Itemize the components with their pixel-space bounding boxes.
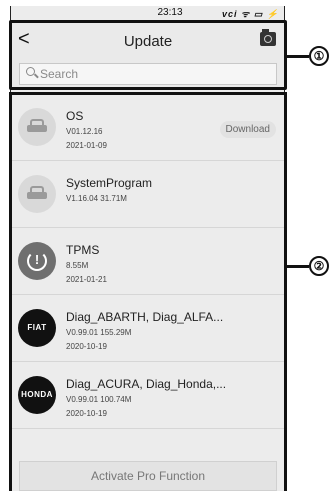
update-list-area: OS V01.12.16 2021-01-09 Download SystemP… (9, 92, 287, 491)
callout-badge-2: ② (309, 256, 329, 276)
item-version: V1.16.04 31.71M (66, 194, 127, 203)
activate-pro-button[interactable]: Activate Pro Function (19, 461, 277, 491)
callout-line-1 (287, 55, 309, 58)
car-icon (18, 175, 56, 213)
app-bar: < Update (12, 23, 284, 57)
car-icon (18, 108, 56, 146)
header-area: < Update (9, 20, 287, 90)
item-date: 2021-01-21 (66, 275, 107, 284)
search-input[interactable] (40, 66, 260, 82)
list-item-abarth[interactable]: FIAT Diag_ABARTH, Diag_ALFA... V0.99.01 … (12, 296, 284, 362)
item-date: 2021-01-09 (66, 141, 107, 150)
item-version: V0.99.01 100.74M (66, 395, 132, 404)
callout-badge-1: ① (309, 46, 329, 66)
item-version: 8.55M (66, 261, 89, 270)
list-item-os[interactable]: OS V01.12.16 2021-01-09 Download (12, 95, 284, 161)
fiat-logo: FIAT (18, 309, 56, 347)
callout-line-2 (287, 265, 309, 268)
item-name: SystemProgram (66, 176, 153, 190)
item-name: TPMS (66, 243, 100, 257)
search-icon (26, 67, 35, 76)
list-item-tpms[interactable]: ! TPMS 8.55M 2021-01-21 (12, 229, 284, 295)
tpms-icon: ! (18, 242, 56, 280)
item-date: 2020-10-19 (66, 409, 107, 418)
page-title: Update (123, 33, 173, 50)
honda-logo: HONDA (18, 376, 56, 414)
fiat-logo-text: FIAT (27, 323, 47, 332)
camera-icon[interactable] (260, 29, 276, 46)
item-name: OS (66, 109, 84, 123)
item-name: Diag_ABARTH, Diag_ALFA... (66, 310, 224, 324)
list-item-acura[interactable]: HONDA Diag_ACURA, Diag_Honda,... V0.99.0… (12, 363, 284, 429)
status-icons: vci ᯤ ▭ ⚡ (222, 9, 279, 19)
honda-logo-text: HONDA (21, 390, 53, 399)
list-item-systemprogram[interactable]: SystemProgram V1.16.04 31.71M (12, 162, 284, 228)
download-button[interactable]: Download (219, 121, 276, 138)
search-bar[interactable] (19, 63, 277, 85)
status-time: 23:13 (157, 7, 183, 18)
item-version: V01.12.16 (66, 127, 103, 136)
item-date: 2020-10-19 (66, 342, 107, 351)
item-name: Diag_ACURA, Diag_Honda,... (66, 377, 227, 391)
item-version: V0.99.01 155.29M (66, 328, 132, 337)
status-bar: 23:13 vci ᯤ ▭ ⚡ (10, 6, 285, 20)
